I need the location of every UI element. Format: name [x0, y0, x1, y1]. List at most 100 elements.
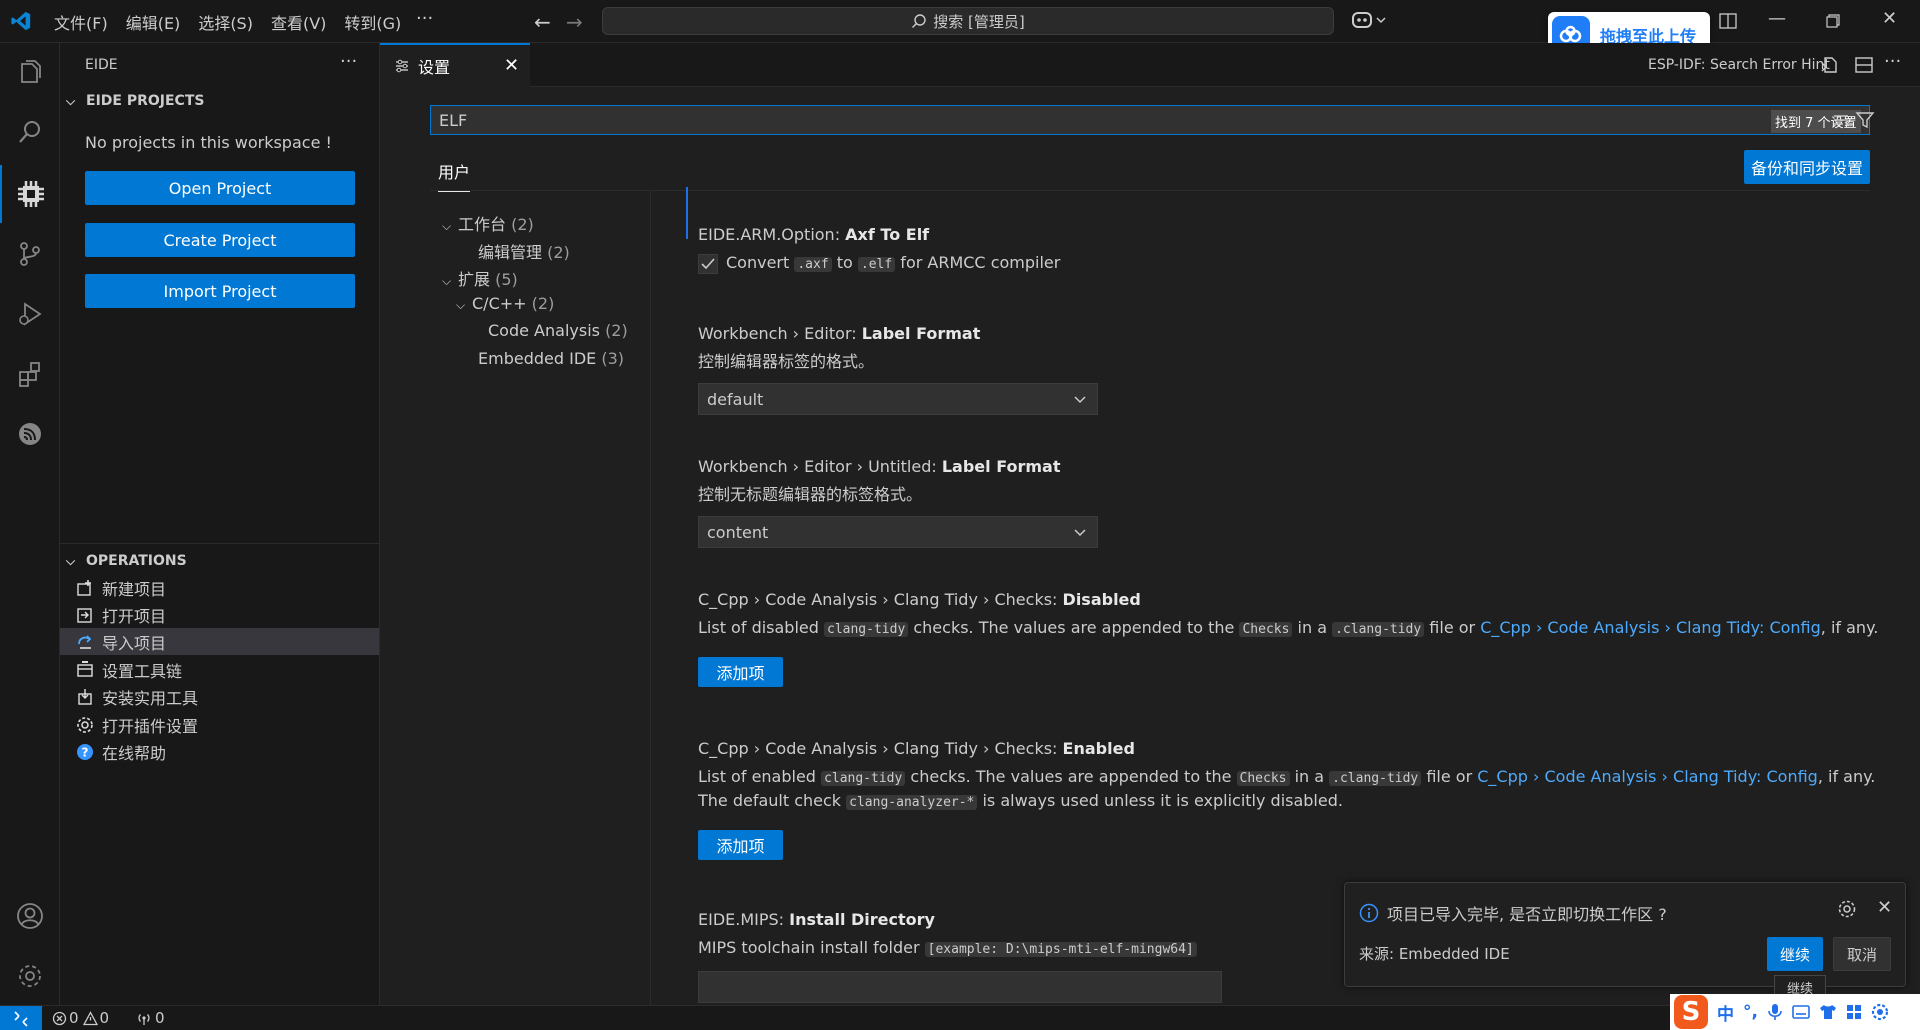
search-icon[interactable]	[0, 103, 60, 161]
op-new-project[interactable]: 新建项目	[60, 574, 379, 601]
setting-name: Label Format	[861, 324, 981, 343]
ime-language-toggle[interactable]: 中	[1717, 1000, 1734, 1025]
op-install-utility[interactable]: 安装实用工具	[60, 683, 379, 710]
open-settings-json-icon[interactable]	[1820, 55, 1840, 75]
toolbox-grid-icon[interactable]	[1846, 1004, 1862, 1020]
setting-prefix: EIDE.ARM.Option:	[698, 225, 846, 244]
punctuation-icon[interactable]: °,	[1743, 1002, 1758, 1022]
run-debug-icon[interactable]	[0, 285, 60, 343]
op-label: 导入项目	[102, 633, 167, 653]
untitled-label-format-select[interactable]: content	[698, 516, 1098, 548]
account-icon[interactable]	[0, 887, 60, 945]
clang-tidy-config-link[interactable]: C_Cpp › Code Analysis › Clang Tidy: Conf…	[1480, 618, 1821, 637]
clang-tidy-config-link[interactable]: C_Cpp › Code Analysis › Clang Tidy: Conf…	[1477, 767, 1818, 786]
copilot-icon[interactable]	[1350, 8, 1390, 34]
split-editor-icon[interactable]	[1854, 55, 1874, 75]
setting-title: EIDE.ARM.Option: Axf To Elf	[698, 225, 1898, 244]
toc-item-workbench[interactable]: ⌵ 工作台 (2)	[442, 211, 534, 235]
back-arrow-icon[interactable]: ←	[534, 10, 551, 34]
menu-selection[interactable]: 选择(S)	[198, 10, 253, 34]
checkmark-icon	[701, 257, 715, 269]
setting-name: Disabled	[1062, 590, 1141, 609]
open-project-icon	[74, 605, 96, 625]
toc-count: (2)	[605, 321, 628, 340]
notification-close-icon[interactable]: ✕	[1877, 897, 1892, 918]
desc-text: file or	[1424, 618, 1481, 637]
close-tab-icon[interactable]: ✕	[504, 55, 519, 76]
setting-name: Label Format	[941, 457, 1061, 476]
menu-more-button[interactable]: ···	[416, 8, 433, 29]
mips-install-directory-input[interactable]	[698, 971, 1222, 1003]
op-open-plugin-settings[interactable]: 打开插件设置	[60, 711, 379, 738]
menu-file[interactable]: 文件(F)	[54, 10, 108, 34]
clear-filter-icon[interactable]	[1831, 110, 1851, 130]
toc-item-extensions[interactable]: ⌵ 扩展 (5)	[442, 266, 518, 290]
command-center-search[interactable]: 搜索 [管理员]	[602, 7, 1334, 35]
skin-shirt-icon[interactable]	[1819, 1004, 1837, 1020]
error-icon	[52, 1011, 67, 1025]
op-import-project[interactable]: 导入项目	[60, 628, 379, 655]
chevron-down-icon: ⌵	[442, 219, 452, 233]
minimize-icon[interactable]: —	[1768, 8, 1786, 29]
toc-item-code-analysis[interactable]: Code Analysis (2)	[488, 321, 628, 340]
eide-chip-icon[interactable]	[0, 165, 60, 223]
keyboard-icon[interactable]	[1792, 1005, 1810, 1019]
toc-label: 编辑管理	[478, 243, 543, 262]
open-project-button[interactable]: Open Project	[85, 171, 355, 205]
label-format-select[interactable]: default	[698, 383, 1098, 415]
settings-search-input[interactable]: ELF 找到 7 个设置	[430, 105, 1875, 135]
ports-indicator[interactable]: 0	[136, 1009, 165, 1027]
remote-indicator-icon[interactable]	[0, 1006, 42, 1030]
toc-item-embedded-ide[interactable]: Embedded IDE (3)	[478, 349, 624, 368]
cancel-button[interactable]: 取消	[1833, 937, 1891, 971]
notification-source: 来源: Embedded IDE	[1359, 945, 1510, 963]
toc-count: (2)	[531, 294, 555, 313]
backup-sync-button[interactable]: 备份和同步设置	[1744, 150, 1870, 184]
axf-to-elf-checkbox[interactable]	[698, 253, 718, 274]
desc-text: checks. The values are appended to the	[905, 767, 1237, 786]
search-icon	[912, 14, 926, 28]
source-control-icon[interactable]	[0, 225, 60, 283]
add-item-button[interactable]: 添加项	[698, 657, 783, 687]
problems-indicator[interactable]: 0 0	[52, 1009, 109, 1027]
scope-tab-user[interactable]: 用户	[438, 159, 471, 192]
menu-edit[interactable]: 编辑(E)	[126, 10, 181, 34]
explorer-icon[interactable]	[0, 43, 60, 101]
filter-icon[interactable]	[1855, 110, 1875, 130]
desc-text: in a	[1292, 618, 1333, 637]
op-open-project[interactable]: 打开项目	[60, 601, 379, 628]
desc-text: in a	[1289, 767, 1330, 786]
toc-item-cpp[interactable]: ⌵ C/C++ (2)	[456, 294, 554, 313]
microphone-icon[interactable]	[1767, 1003, 1783, 1021]
desc-text: List of disabled	[698, 618, 824, 637]
op-setup-toolchain[interactable]: 设置工具链	[60, 656, 379, 683]
editor-more-button[interactable]: ···	[1884, 51, 1901, 72]
forward-arrow-icon[interactable]: →	[566, 10, 583, 34]
sidebar-more-button[interactable]: ···	[340, 51, 357, 72]
menu-go[interactable]: 转到(G)	[344, 10, 401, 34]
setting-axf-to-elf: EIDE.ARM.Option: Axf To Elf Convert .axf…	[698, 225, 1898, 276]
sogou-logo-icon[interactable]: S	[1674, 995, 1708, 1029]
add-item-button[interactable]: 添加项	[698, 830, 783, 860]
extensions-icon[interactable]	[0, 345, 60, 403]
menu-view[interactable]: 查看(V)	[271, 10, 326, 34]
import-project-button[interactable]: Import Project	[85, 274, 355, 308]
continue-button[interactable]: 继续	[1767, 937, 1823, 971]
tab-settings[interactable]: 设置 ✕	[380, 43, 530, 87]
setting-name: Install Directory	[789, 910, 935, 929]
notification-gear-icon[interactable]	[1837, 899, 1857, 919]
op-online-help[interactable]: ? 在线帮助	[60, 738, 379, 765]
manage-gear-icon[interactable]	[0, 947, 60, 1005]
toggle-panel-icon[interactable]	[1718, 11, 1738, 31]
operations-header[interactable]: ⌵ OPERATIONS	[66, 553, 187, 569]
create-project-button[interactable]: Create Project	[85, 223, 355, 257]
eide-projects-header[interactable]: ⌵ EIDE PROJECTS	[66, 93, 204, 109]
warning-count: 0	[99, 1009, 110, 1027]
espressif-icon[interactable]	[0, 405, 60, 463]
close-window-icon[interactable]: ✕	[1882, 8, 1897, 29]
toc-item-editor-management[interactable]: 编辑管理 (2)	[478, 239, 570, 263]
restore-icon[interactable]	[1826, 14, 1840, 28]
esp-idf-search-error-hint[interactable]: ESP-IDF: Search Error Hint	[1648, 57, 1830, 73]
broadcast-icon	[138, 1013, 150, 1025]
ime-settings-icon[interactable]	[1871, 1003, 1889, 1021]
